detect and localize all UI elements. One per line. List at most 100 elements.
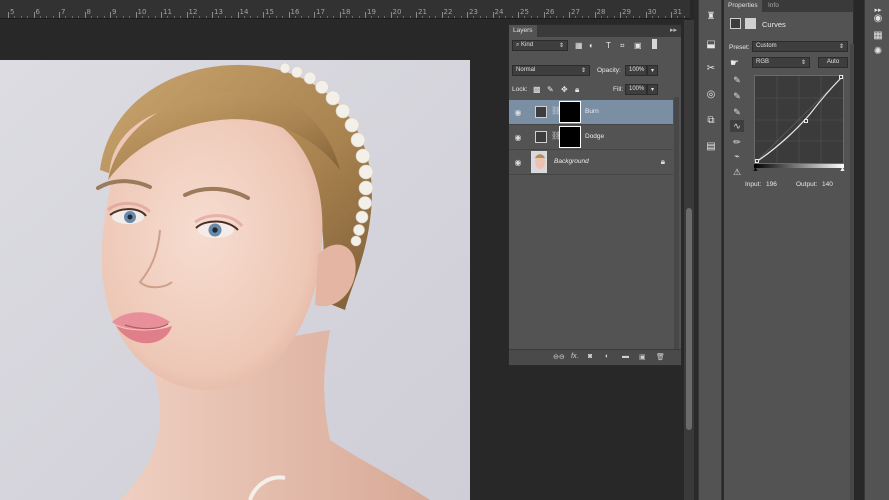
ruler-label: 25 [520,8,529,16]
black-point-slider-icon[interactable]: ▲ [752,166,759,173]
layer-row-burn[interactable]: ◉ ⛓ Burn [509,100,673,125]
properties-panel: Properties Info Curves Preset: Custom ⇕ … [724,0,854,500]
fx-icon[interactable]: fx. [571,353,578,360]
sample-highlight-eyedropper-icon[interactable]: ✎ [730,106,744,118]
ruler-tick [161,12,162,18]
tab-info[interactable]: Info [764,0,783,12]
layer-name[interactable]: Dodge [585,133,604,140]
ruler-subtick [294,16,296,18]
actions-icon[interactable]: ⬓ [703,38,719,52]
swatches-icon[interactable]: ▦ [870,29,886,43]
portrait-photo[interactable] [0,60,470,500]
trash-icon[interactable]: 🗑︎ [656,353,665,361]
tab-layers[interactable]: Layers [509,25,537,37]
clipping-warning-icon[interactable]: ⚠ [730,166,744,178]
ruler-label: 27 [571,8,580,16]
paths-icon[interactable]: ◎ [703,88,719,102]
panel-collapse-icon[interactable]: ▸▸ [670,26,677,34]
history-brush-icon[interactable]: ♜ [703,10,719,24]
chevron-down-icon: ⇕ [580,68,586,74]
ruler-subtick [639,16,641,18]
ruler-subtick [632,16,634,18]
visibility-eye-icon[interactable]: ◉ [513,133,523,142]
curves-adjustment-icon [535,131,547,143]
opacity-dropdown-button[interactable]: ▾ [647,65,658,76]
ruler-label: 19 [367,8,376,16]
adjustment-icon[interactable]: ◐ [605,353,609,360]
type-filter-icon[interactable]: T [606,41,611,50]
tab-properties[interactable]: Properties [724,0,762,12]
curve-points-tool-icon[interactable]: ∿ [730,120,744,132]
sample-shadow-eyedropper-icon[interactable]: ✎ [730,74,744,86]
fill-dropdown-button[interactable]: ▾ [647,84,658,95]
curve-point-black[interactable] [755,159,759,163]
layer-row-background[interactable]: ◉ Background 🔒︎ [509,150,673,175]
layer-name[interactable]: Burn [585,108,599,115]
new-layer-icon[interactable]: ▣ [639,353,646,361]
ruler-label: 12 [188,8,198,16]
ruler-label: 17 [316,8,325,16]
ruler-label: 30 [647,8,657,16]
ruler-subtick [664,16,666,18]
tools-icon[interactable]: ✂ [703,62,719,76]
smart-object-filter-icon[interactable]: ▣ [634,41,642,50]
ruler-subtick [199,16,201,18]
layer-name[interactable]: Background [554,158,589,165]
eye-preview-icon[interactable]: ◉ [870,12,886,26]
ruler-tick [365,12,366,18]
opacity-input[interactable]: 100% [625,65,647,76]
mask-mode-icon[interactable] [745,18,756,29]
ruler-label: 20 [392,8,402,16]
target-adjust-icon[interactable]: ☛ [730,58,739,69]
curve-point-mid[interactable] [804,119,808,123]
mask-icon[interactable]: ◙ [588,353,592,360]
ruler-subtick [613,16,615,18]
ruler-subtick [256,16,258,18]
character-icon[interactable]: ⧉ [703,114,719,128]
layer-mask-thumbnail[interactable] [559,126,581,148]
lock-image-icon[interactable]: ✎ [547,85,554,94]
white-point-slider-icon[interactable]: ▲ [839,166,846,173]
layers-scrollbar[interactable] [674,97,679,349]
lock-position-icon[interactable]: ✥ [561,85,568,94]
adjustment-filter-icon[interactable]: ◐ [589,41,594,50]
ruler-label: 5 [10,8,15,16]
ruler-tick [237,12,239,18]
layer-row-dodge[interactable]: ◉ ⛓ Dodge [509,125,673,150]
blend-mode-select[interactable]: Normal ⇕ [512,65,590,76]
ruler-subtick [530,16,532,18]
curves-graph[interactable] [754,75,844,164]
ruler-tick [186,12,188,18]
lock-all-icon[interactable]: 🔒︎ [575,85,579,95]
curve-point-white[interactable] [839,75,843,79]
smooth-curve-icon[interactable]: ⌁ [730,150,744,162]
channel-select[interactable]: RGB ⇕ [752,57,810,68]
pixel-filter-icon[interactable]: ▦ [575,41,583,50]
layers-tab-bar: Layers ▸▸ [509,25,681,37]
fill-input[interactable]: 100% [625,84,647,95]
ruler-label: 7 [61,8,66,16]
horizontal-ruler[interactable]: 5 6 7 8 9 10 11 12 13 14 15 16 17 18 19 20 21 22 23 24 25 26 2… [0,0,690,19]
background-thumbnail[interactable] [531,151,547,173]
link-icon[interactable]: ⊖⊖ [553,353,565,361]
filter-toggle-icon[interactable] [652,39,657,49]
lock-transparent-icon[interactable]: ▩ [533,85,541,94]
kind-filter-select[interactable]: ⌕ Kind ⇕ [512,40,568,51]
layer-mask-thumbnail[interactable] [559,101,581,123]
ruler-subtick [600,16,602,18]
properties-scrollbar[interactable] [850,44,854,500]
shape-filter-icon[interactable]: ⌗ [620,41,625,51]
navigator-icon[interactable]: ✺ [870,45,886,59]
visibility-eye-icon[interactable]: ◉ [513,108,523,117]
ruler-subtick [52,16,54,18]
sample-midtone-eyedropper-icon[interactable]: ✎ [730,90,744,102]
visibility-eye-icon[interactable]: ◉ [513,158,523,167]
brush-presets-icon[interactable]: ▤ [703,140,719,154]
chevron-down-icon: ⇕ [558,43,564,49]
canvas-scrollbar-thumb[interactable] [686,208,692,430]
preset-select[interactable]: Custom ⇕ [752,41,848,52]
auto-button[interactable]: Auto [818,57,848,68]
folder-icon[interactable]: ▬ [622,353,629,360]
ruler-label: 26 [545,8,555,16]
pencil-draw-icon[interactable]: ✏ [730,136,744,148]
